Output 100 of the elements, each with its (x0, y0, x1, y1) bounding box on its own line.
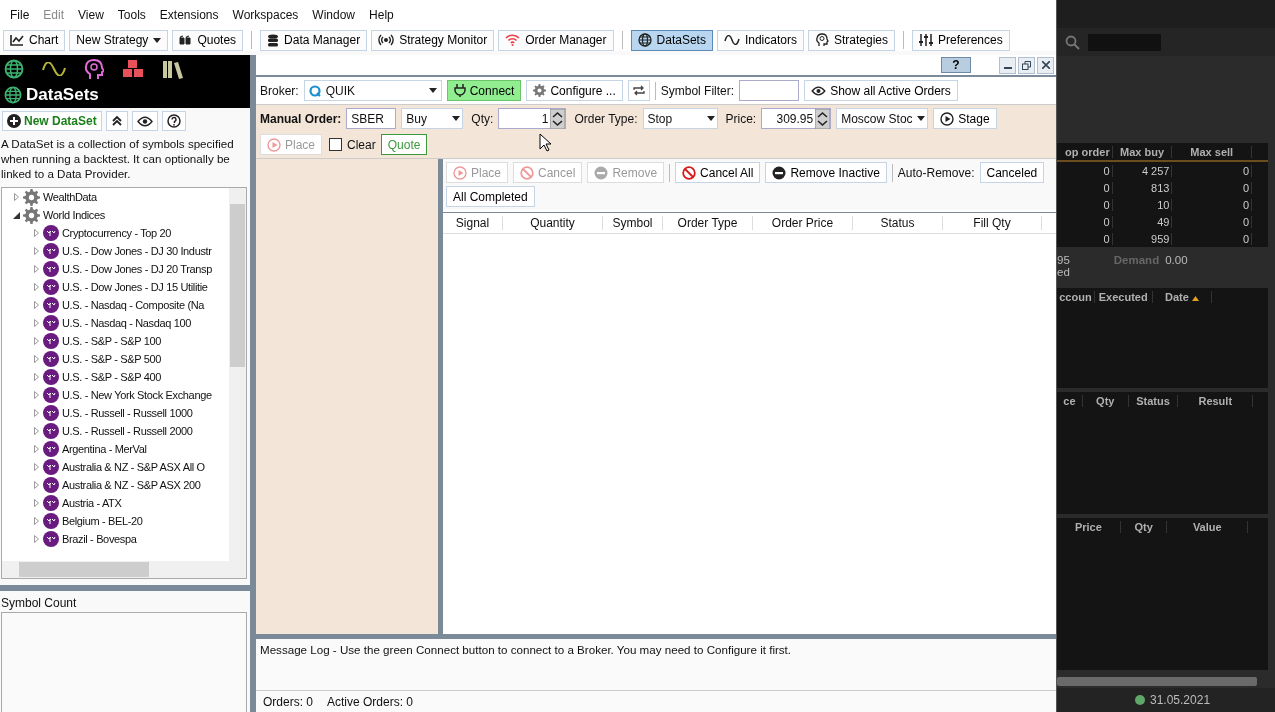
side-dropdown[interactable]: Buy (401, 108, 464, 129)
minimize-button[interactable] (999, 56, 1016, 74)
exchange-dropdown[interactable]: Moscow Stoc (836, 108, 929, 129)
tree-item[interactable]: U.S. - Dow Jones - DJ 20 Transp (62, 263, 212, 275)
symbol-field[interactable]: SBER (346, 108, 397, 129)
tree-item[interactable]: Brazil - Bovespa (62, 533, 137, 545)
show-active-orders-button[interactable]: Show all Active Orders (804, 80, 958, 101)
toolbar-dropdown[interactable]: New Strategy (69, 29, 169, 51)
help-button[interactable] (161, 111, 186, 131)
column-header[interactable]: Order Price (753, 216, 853, 230)
column-header[interactable]: Price (1057, 520, 1121, 533)
collapsed-arrow-icon[interactable] (33, 265, 39, 273)
column-header[interactable]: Qty (1120, 520, 1168, 533)
column-header[interactable]: Qty (1082, 394, 1129, 407)
quote-button[interactable]: Quote (380, 134, 428, 155)
menu-item[interactable]: Window (305, 7, 363, 22)
menu-item[interactable]: Extensions (152, 7, 226, 22)
tree-item[interactable]: U.S. - Dow Jones - DJ 15 Utilitie (62, 281, 208, 293)
auto-remove-button[interactable]: Canceled (979, 162, 1045, 183)
tree-item[interactable]: Argentina - MerVal (62, 443, 147, 455)
column-header[interactable]: op order (1057, 145, 1113, 158)
collapsed-arrow-icon[interactable] (33, 463, 39, 471)
column-header[interactable]: Order Type (663, 216, 753, 230)
collapsed-arrow-icon[interactable] (33, 391, 39, 399)
tree-item[interactable]: Australia & NZ - S&P ASX 200 (62, 479, 201, 491)
broker-dropdown[interactable]: QUIK (303, 80, 442, 101)
tree-item[interactable]: U.S. - Russell - Russell 1000 (62, 407, 193, 419)
toolbar-button[interactable]: Chart (3, 29, 66, 51)
horizontal-scrollbar[interactable] (2, 561, 246, 578)
search-icon[interactable] (1065, 34, 1080, 50)
collapsed-arrow-icon[interactable] (33, 427, 39, 435)
menu-item[interactable]: Help (362, 7, 401, 22)
order-action-button[interactable]: Cancel All (675, 162, 761, 183)
column-header[interactable]: Value (1167, 520, 1249, 533)
toolbar-button[interactable]: Quotes (172, 29, 244, 51)
column-header[interactable]: Status (853, 216, 943, 230)
collapsed-arrow-icon[interactable] (33, 301, 39, 309)
toolbar-button[interactable]: Preferences (911, 29, 1010, 51)
collapsed-arrow-icon[interactable] (33, 481, 39, 489)
restore-button[interactable] (1018, 56, 1035, 74)
column-header[interactable]: Result (1178, 394, 1254, 407)
collapsed-arrow-icon[interactable] (33, 247, 39, 255)
collapsed-arrow-icon[interactable] (33, 229, 39, 237)
help-button[interactable]: ? (941, 57, 971, 73)
toolbar-button[interactable]: Order Manager (498, 29, 614, 51)
collapsed-arrow-icon[interactable] (33, 355, 39, 363)
collapsed-arrow-icon[interactable] (33, 445, 39, 453)
collapsed-arrow-icon[interactable] (33, 535, 39, 543)
horizontal-scrollbar[interactable] (1057, 676, 1257, 686)
cubes-icon[interactable] (122, 59, 144, 79)
price-field[interactable]: 309.95 (761, 108, 832, 129)
collapsed-arrow-icon[interactable] (33, 409, 39, 417)
expanded-arrow-icon[interactable] (12, 211, 20, 219)
tree-item[interactable]: Austria - ATX (62, 497, 122, 509)
tree-item[interactable]: U.S. - New York Stock Exchange (62, 389, 212, 401)
column-header[interactable]: Quantity (503, 216, 603, 230)
tree-item[interactable]: World Indices (43, 209, 105, 221)
head-icon[interactable] (84, 58, 104, 80)
stage-button[interactable]: Stage (933, 108, 997, 129)
close-button[interactable] (1037, 56, 1054, 74)
order-type-dropdown[interactable]: Stop (642, 108, 718, 129)
column-header[interactable]: Date (1152, 290, 1213, 303)
menu-item[interactable]: Workspaces (225, 7, 306, 22)
toolbar-button[interactable]: Strategy Monitor (371, 29, 495, 51)
column-header[interactable]: ce (1057, 394, 1083, 407)
books-icon[interactable] (162, 59, 184, 79)
tree-item[interactable]: U.S. - Nasdaq - Composite (Na (62, 299, 205, 311)
toolbar-button[interactable]: Indicators (716, 29, 804, 51)
wave-icon[interactable] (42, 62, 66, 76)
tree-item[interactable]: Cryptocurrency - Top 20 (62, 227, 172, 239)
column-header[interactable]: Max sell (1172, 145, 1253, 158)
tree-item[interactable]: U.S. - Nasdaq - Nasdaq 100 (62, 317, 192, 329)
vertical-scrollbar[interactable] (229, 188, 246, 561)
symbol-filter-field[interactable] (739, 80, 800, 101)
tree-item[interactable]: WealthData (43, 191, 97, 203)
refresh-button[interactable] (627, 80, 650, 101)
column-header[interactable]: Executed (1094, 290, 1153, 303)
tree-item[interactable]: U.S. - S&P - S&P 400 (62, 371, 161, 383)
toolbar-button[interactable]: DataSets (630, 29, 713, 51)
collapsed-arrow-icon[interactable] (33, 319, 39, 327)
connect-button[interactable]: Connect (446, 80, 522, 101)
toolbar-button[interactable]: Strategies (807, 29, 895, 51)
new-dataset-button[interactable]: New DataSet (2, 111, 102, 131)
tree-item[interactable]: U.S. - Dow Jones - DJ 30 Industr (62, 245, 212, 257)
auto-remove-button[interactable]: All Completed (446, 186, 535, 207)
collapsed-arrow-icon[interactable] (13, 193, 19, 201)
column-header[interactable]: Status (1128, 394, 1179, 407)
view-button[interactable] (131, 111, 158, 131)
tree-item[interactable]: Belgium - BEL-20 (62, 515, 143, 527)
collapsed-arrow-icon[interactable] (33, 517, 39, 525)
column-header[interactable]: Signal (443, 216, 503, 230)
order-action-button[interactable]: Remove Inactive (765, 162, 887, 183)
menu-item[interactable]: File (3, 7, 37, 22)
clear-checkbox[interactable] (329, 138, 343, 151)
collapsed-arrow-icon[interactable] (33, 283, 39, 291)
column-header[interactable]: Max buy (1112, 145, 1173, 158)
configure-button[interactable]: Configure ... (526, 80, 623, 101)
collapse-button[interactable] (105, 111, 128, 131)
column-header[interactable]: Fill Qty (943, 216, 1042, 230)
collapsed-arrow-icon[interactable] (33, 337, 39, 345)
